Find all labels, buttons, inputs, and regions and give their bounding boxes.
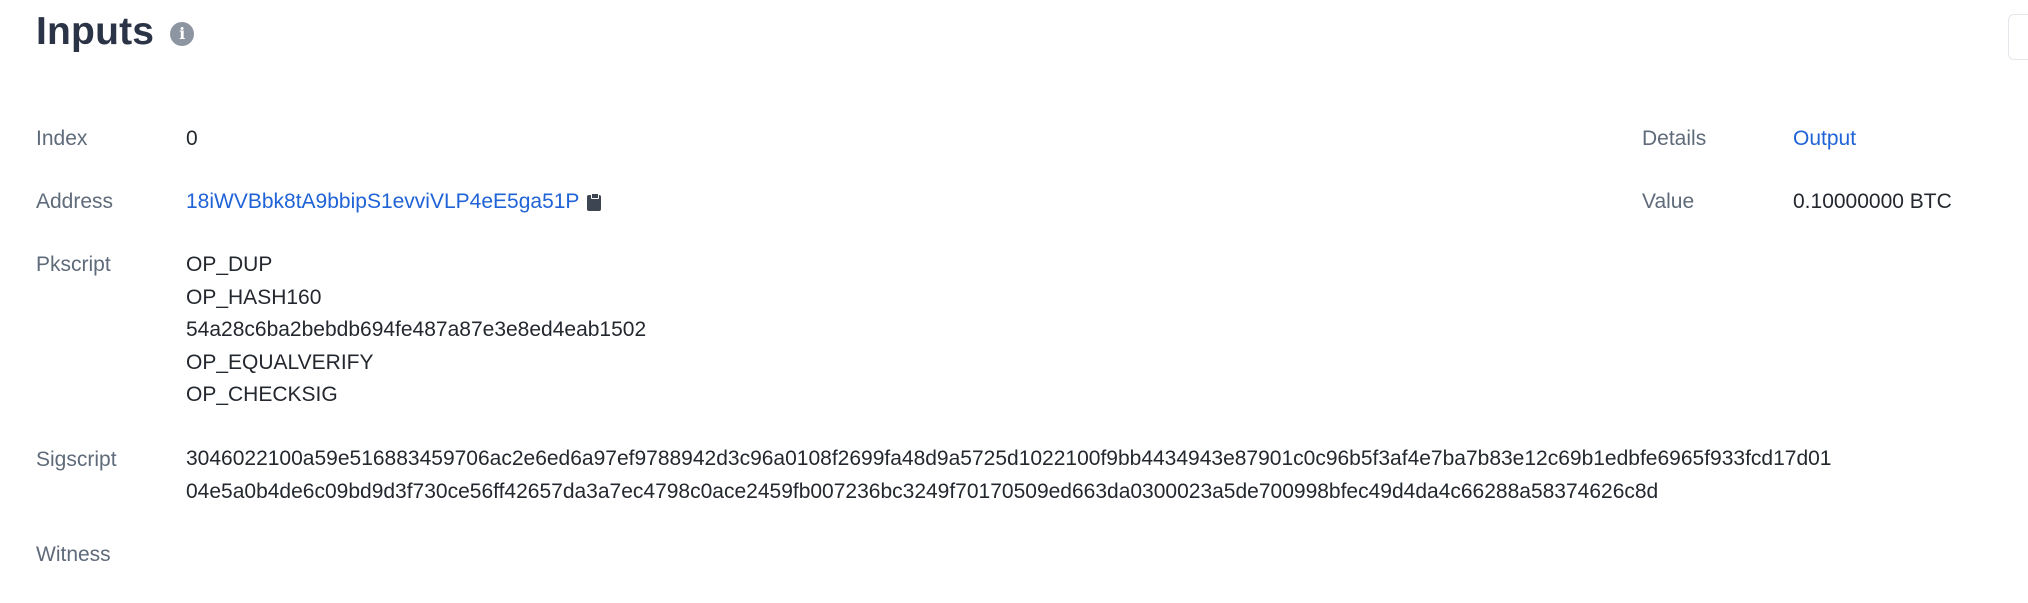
info-icon[interactable]: i xyxy=(170,22,195,46)
pkscript-line: OP_CHECKSIG xyxy=(186,383,338,406)
side-panel-edge[interactable] xyxy=(2008,14,2028,60)
page-title: Inputs xyxy=(36,10,155,53)
details-label: Details xyxy=(1642,127,1707,150)
sigscript-line: 3046022100a59e516883459706ac2e6ed6a97ef9… xyxy=(186,447,1832,470)
pkscript-label: Pkscript xyxy=(36,253,111,276)
pkscript-line: OP_EQUALVERIFY xyxy=(186,350,374,374)
index-label: Index xyxy=(36,127,88,150)
address-label: Address xyxy=(36,190,114,213)
value-label: Value xyxy=(1642,190,1695,213)
sigscript-value: 3046022100a59e516883459706ac2e6ed6a97ef9… xyxy=(186,443,1832,508)
pkscript-line: OP_HASH160 xyxy=(186,285,322,309)
address-link[interactable]: 18iWVBbk8tA9bbipS1evviVLP4eE5ga51P xyxy=(186,190,579,214)
pkscript-line: OP_DUP xyxy=(186,253,273,276)
index-value: 0 xyxy=(186,127,198,150)
clipboard-icon[interactable] xyxy=(587,193,602,211)
sigscript-line: 04e5a0b4de6c09bd9d3f730ce56ff42657da3a7e… xyxy=(186,479,1659,503)
pkscript-value: OP_DUP OP_HASH160 54a28c6ba2bebdb694fe48… xyxy=(186,249,646,412)
section-header: Inputs i xyxy=(36,10,195,54)
pkscript-line: 54a28c6ba2bebdb694fe487a87e3e8ed4eab1502 xyxy=(186,318,647,341)
witness-label: Witness xyxy=(36,543,111,566)
btc-value: 0.10000000 BTC xyxy=(1793,190,1952,213)
output-link[interactable]: Output xyxy=(1793,127,1856,151)
sigscript-label: Sigscript xyxy=(36,448,117,471)
address-row: 18iWVBbk8tA9bbipS1evviVLP4eE5ga51P xyxy=(186,190,602,214)
